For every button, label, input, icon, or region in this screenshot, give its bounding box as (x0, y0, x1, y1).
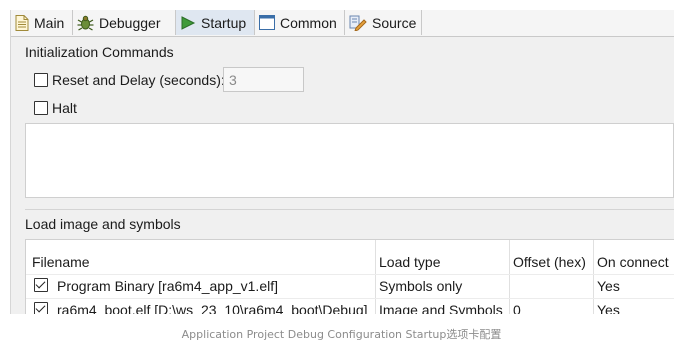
group-divider (25, 209, 674, 210)
play-icon (180, 15, 196, 31)
init-commands-title: Initialization Commands (25, 44, 174, 60)
column-header-load-type[interactable]: Load type (379, 251, 441, 274)
column-divider (593, 240, 594, 314)
tab-source[interactable]: Source (345, 10, 422, 35)
column-header-on-connect[interactable]: On connect (597, 251, 669, 274)
tab-common[interactable]: Common (255, 10, 345, 35)
row-2-offset[interactable]: 0 (513, 299, 521, 314)
row-1-load-type[interactable]: Symbols only (379, 275, 462, 298)
row-1-on-connect[interactable]: Yes (597, 275, 620, 298)
tab-main-label: Main (34, 14, 65, 31)
tab-startup-label: Startup (201, 14, 247, 31)
tab-source-label: Source (372, 14, 417, 31)
reset-delay-label: Reset and Delay (seconds): (52, 72, 225, 88)
reset-delay-checkbox[interactable] (34, 73, 48, 87)
init-commands-textarea[interactable] (25, 123, 674, 198)
tab-bar: Main Debugger Startup Common Source (11, 10, 674, 37)
row-1-checkbox[interactable] (34, 278, 48, 292)
row-2-checkbox[interactable] (34, 302, 48, 314)
column-divider (375, 240, 376, 314)
source-icon (349, 15, 367, 31)
window-icon (259, 15, 275, 30)
load-image-table: Filename Load type Offset (hex) On conne… (25, 239, 674, 314)
figure-caption: Application Project Debug Configuration … (181, 328, 502, 341)
halt-checkbox[interactable] (34, 101, 48, 115)
row-2-filename[interactable]: ra6m4_boot.elf [D:\ws_23_10\ra6m4_boot\D… (57, 299, 368, 314)
column-header-filename[interactable]: Filename (32, 251, 90, 274)
row-1-filename[interactable]: Program Binary [ra6m4_app_v1.elf] (57, 275, 278, 298)
halt-label: Halt (52, 100, 77, 116)
tab-common-label: Common (280, 14, 337, 31)
reset-delay-field[interactable] (223, 67, 304, 92)
tab-startup[interactable]: Startup (176, 10, 255, 35)
debug-configuration-panel: Main Debugger Startup Common Source Init… (10, 10, 674, 314)
load-image-title: Load image and symbols (25, 216, 181, 232)
tab-debugger[interactable]: Debugger (73, 10, 176, 35)
bug-icon (77, 15, 94, 31)
tab-debugger-label: Debugger (99, 14, 161, 31)
column-header-offset[interactable]: Offset (hex) (513, 251, 586, 274)
column-divider (509, 240, 510, 314)
tab-main[interactable]: Main (11, 10, 73, 35)
row-2-on-connect[interactable]: Yes (597, 299, 620, 314)
document-icon (15, 14, 29, 31)
row-2-load-type[interactable]: Image and Symbols (379, 299, 503, 314)
